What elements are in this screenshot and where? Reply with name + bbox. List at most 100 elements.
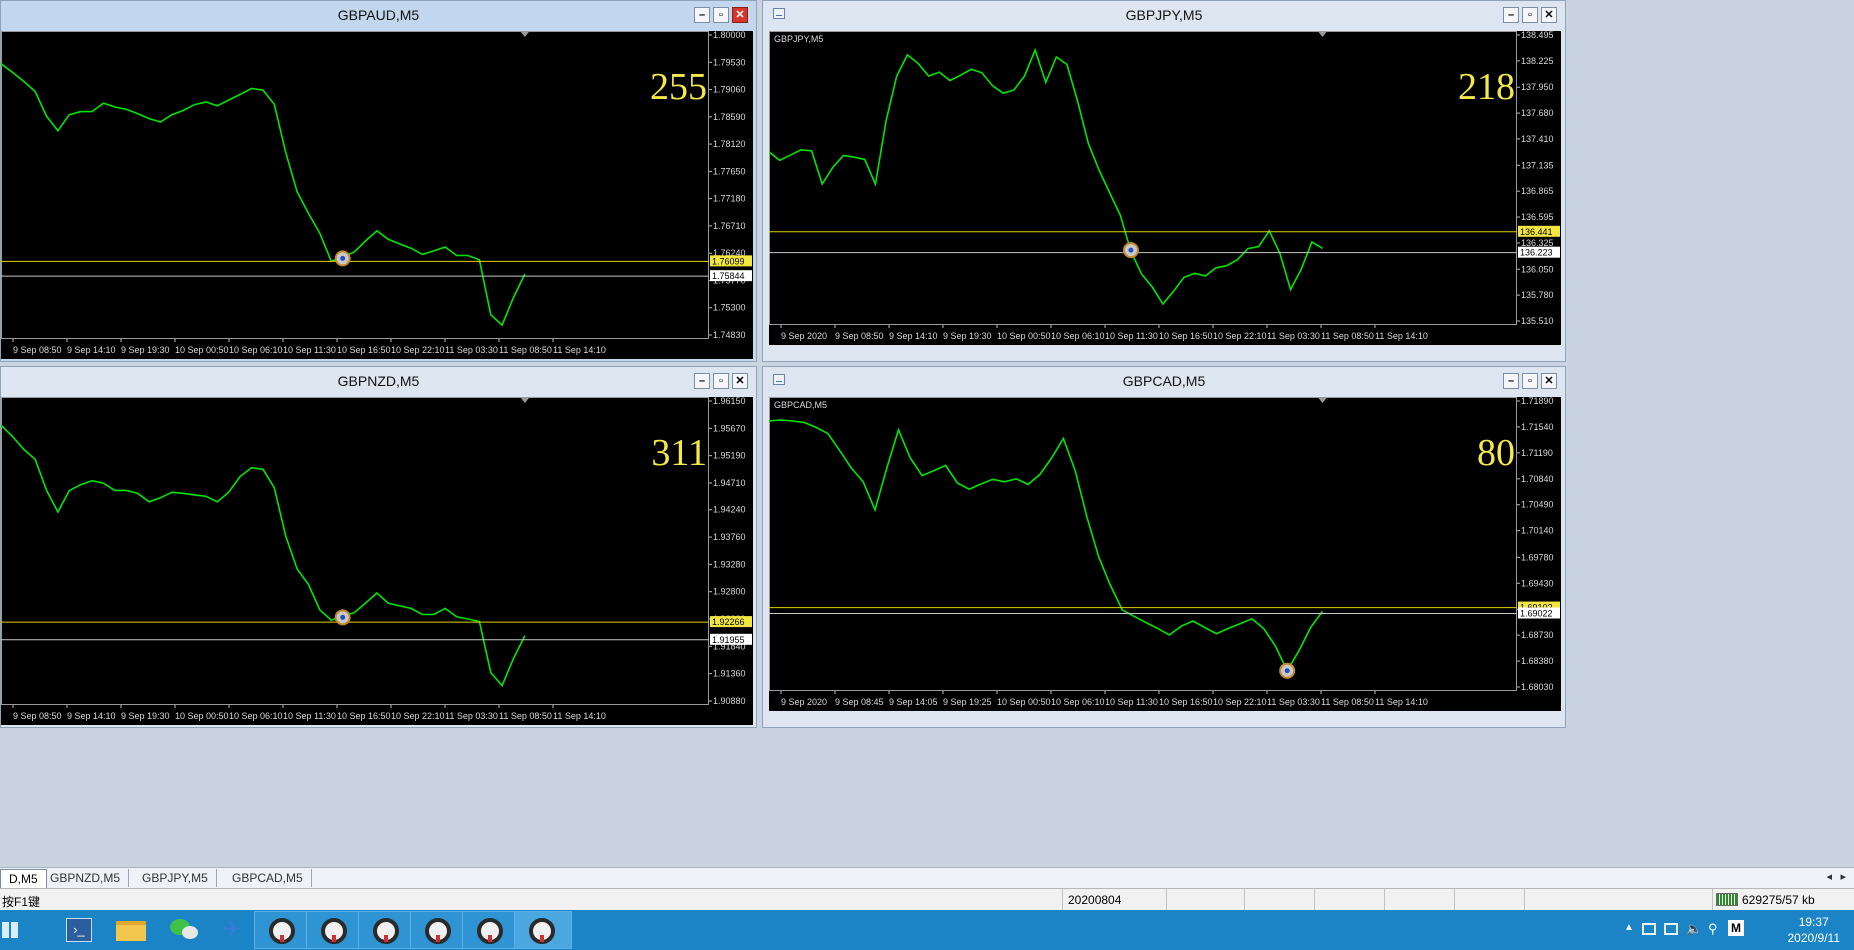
maximize-button[interactable]: ▫ [1522, 373, 1538, 389]
price-tick-label: 1.93760 [713, 532, 746, 542]
price-series-line [1, 63, 526, 327]
tab-gbpaud[interactable]: D,M5 [0, 869, 47, 888]
price-tick-label: 1.70140 [1521, 526, 1554, 536]
close-button[interactable]: ✕ [1541, 7, 1557, 23]
minimize-button[interactable]: – [694, 373, 710, 389]
price-tick-label: 1.79060 [713, 85, 746, 95]
price-tick-label: 1.78590 [713, 112, 746, 122]
chart-window-gbpjpy[interactable]: GBPJPY,M5 – ▫ ✕ 138.495 138.225 137.950 137… [762, 0, 1566, 362]
price-tick-label: 1.79530 [713, 57, 746, 67]
minimize-button[interactable]: – [1503, 373, 1519, 389]
price-tick-label: 1.95670 [713, 423, 746, 433]
mt4-taskbar-window-4[interactable] [410, 911, 468, 949]
bar-countdown: 255 [650, 66, 707, 108]
time-tick-label: 10 Sep 11:30 [283, 345, 336, 355]
price-tick-label: 1.68380 [1521, 656, 1554, 666]
input-method-icon[interactable]: ⚲ [1708, 921, 1718, 937]
wechat-taskbar-icon[interactable] [156, 910, 216, 950]
chart-window-gbpcad[interactable]: GBPCAD,M5 – ▫ ✕ 1.71890 1.71540 1.71190 1.7… [762, 366, 1566, 728]
windows-taskbar: ›_ ✈ ▲ 🔈 ⚲ M 19:37 2020/9/11 [0, 910, 1854, 950]
price-tick-label: 1.77180 [713, 194, 746, 204]
time-tick-label: 11 Sep 03:30 [445, 345, 498, 355]
network-icon[interactable] [1642, 923, 1656, 935]
close-button[interactable]: ✕ [1541, 373, 1557, 389]
price-tick-label: 1.68030 [1521, 682, 1554, 692]
status-help-text: 按F1键 [2, 895, 41, 909]
bid-price-label: 1.76099 [712, 256, 745, 266]
time-tick-label: 10 Sep 16:50 [1159, 331, 1213, 341]
chart-canvas[interactable]: 1.71890 1.71540 1.71190 1.70840 1.70490 1.701… [769, 397, 1561, 711]
minimize-button[interactable]: – [694, 7, 710, 23]
network-error-icon[interactable] [1664, 923, 1678, 935]
plot-frame [1, 397, 709, 705]
price-tick-label: 1.78120 [713, 139, 746, 149]
price-tick-label: 1.68730 [1521, 630, 1554, 640]
powershell-taskbar-icon[interactable]: ›_ [52, 910, 112, 950]
price-tick-label: 137.410 [1521, 134, 1554, 144]
trade-marker-dot [340, 614, 346, 620]
chart-window-titlebar[interactable]: GBPNZD,M5 – ▫ ✕ [1, 367, 756, 393]
time-tick-label: 11 Sep 03:30 [1267, 331, 1320, 341]
clock-time: 19:37 [1798, 915, 1829, 929]
price-tick-label: 137.680 [1521, 108, 1554, 118]
taskbar-clock[interactable]: 19:37 2020/9/11 [1788, 914, 1841, 946]
chart-window-title: GBPJPY,M5 [1125, 7, 1203, 23]
time-tick-label: 10 Sep 22:10 [1213, 697, 1267, 707]
chart-canvas[interactable]: 138.495 138.225 137.950 137.680 137.410 137.1… [769, 31, 1561, 345]
chart-window-titlebar[interactable]: GBPAUD,M5 – ▫ ✕ [1, 1, 756, 27]
chart-symbol-label: GBPCAD,M5 [774, 400, 828, 410]
tray-expand-icon[interactable]: ▲ [1624, 922, 1634, 933]
time-tick-label: 11 Sep 08:50 [1321, 331, 1374, 341]
chat-bubble-icon [182, 926, 198, 939]
speaker-muted-icon[interactable]: 🔈 [1686, 921, 1702, 937]
ime-m-icon[interactable]: M [1728, 920, 1744, 936]
close-button[interactable]: ✕ [732, 373, 748, 389]
chart-window-titlebar[interactable]: GBPCAD,M5 – ▫ ✕ [763, 367, 1565, 393]
mt4-taskbar-window-3[interactable] [358, 911, 416, 949]
price-chart[interactable]: 1.71890 1.71540 1.71190 1.70840 1.70490 1.701… [769, 397, 1561, 711]
price-chart[interactable]: 1.96150 1.95670 1.95190 1.94710 1.94240 1.937… [1, 397, 753, 725]
file-explorer-taskbar-icon[interactable] [104, 910, 164, 950]
ask-price-label: 136.223 [1520, 248, 1553, 258]
price-series-line [1, 424, 526, 688]
chart-canvas[interactable]: 1.96150 1.95670 1.95190 1.94710 1.94240 1.937… [1, 397, 753, 725]
price-tick-label: 138.495 [1521, 31, 1554, 40]
tab-gbpcad[interactable]: GBPCAD,M5 [224, 869, 312, 887]
time-tick-label: 10 Sep 00:50 [175, 345, 229, 355]
time-tick-label: 9 Sep 08:45 [835, 697, 884, 707]
mt4-taskbar-window-2[interactable] [306, 911, 364, 949]
maximize-button[interactable]: ▫ [713, 373, 729, 389]
chart-window-gbpnzd[interactable]: GBPNZD,M5 – ▫ ✕ 1.96150 1.95670 1.95190 1.9… [0, 366, 757, 728]
maximize-button[interactable]: ▫ [713, 7, 729, 23]
bid-price-label: 1.92266 [712, 617, 745, 627]
close-button[interactable]: ✕ [732, 7, 748, 23]
maximize-button[interactable]: ▫ [1522, 7, 1538, 23]
clock-date: 2020/9/11 [1787, 931, 1841, 945]
price-tick-label: 1.69430 [1521, 578, 1554, 588]
time-tick-label: 10 Sep 22:10 [1213, 331, 1267, 341]
time-tick-label: 11 Sep 08:50 [499, 345, 552, 355]
chart-window-gbpaud[interactable]: GBPAUD,M5 – ▫ ✕ 1.80000 1.79530 1.79060 1.7… [0, 0, 757, 362]
tab-scroll-right-icon[interactable]: ▸ [1840, 870, 1846, 883]
time-tick-label: 10 Sep 00:50 [997, 331, 1051, 341]
tab-gbpjpy[interactable]: GBPJPY,M5 [134, 869, 217, 887]
trade-marker-dot [1284, 668, 1290, 674]
price-chart[interactable]: 1.80000 1.79530 1.79060 1.78590 1.78120 1.776… [1, 31, 753, 359]
chart-window-titlebar[interactable]: GBPJPY,M5 – ▫ ✕ [763, 1, 1565, 27]
price-tick-label: 137.950 [1521, 82, 1554, 92]
tab-scroll-left-icon[interactable]: ◂ [1826, 870, 1832, 883]
status-divider [1062, 889, 1063, 911]
mt4-taskbar-window-5[interactable] [462, 911, 520, 949]
tab-gbpnzd[interactable]: GBPNZD,M5 [42, 869, 130, 887]
minimize-button[interactable]: – [1503, 7, 1519, 23]
mt4-taskbar-window-6[interactable] [514, 911, 572, 949]
price-chart[interactable]: 138.495 138.225 137.950 137.680 137.410 137.1… [769, 31, 1561, 345]
mt4-taskbar-window-1[interactable] [254, 911, 312, 949]
chart-canvas[interactable]: 1.80000 1.79530 1.79060 1.78590 1.78120 1.776… [1, 31, 753, 359]
price-tick-label: 136.325 [1521, 238, 1554, 248]
price-tick-label: 137.135 [1521, 160, 1554, 170]
trade-marker-dot [340, 255, 346, 261]
start-button[interactable] [0, 910, 30, 950]
mt4-icon [529, 918, 555, 944]
chart-window-title: GBPNZD,M5 [337, 373, 420, 389]
